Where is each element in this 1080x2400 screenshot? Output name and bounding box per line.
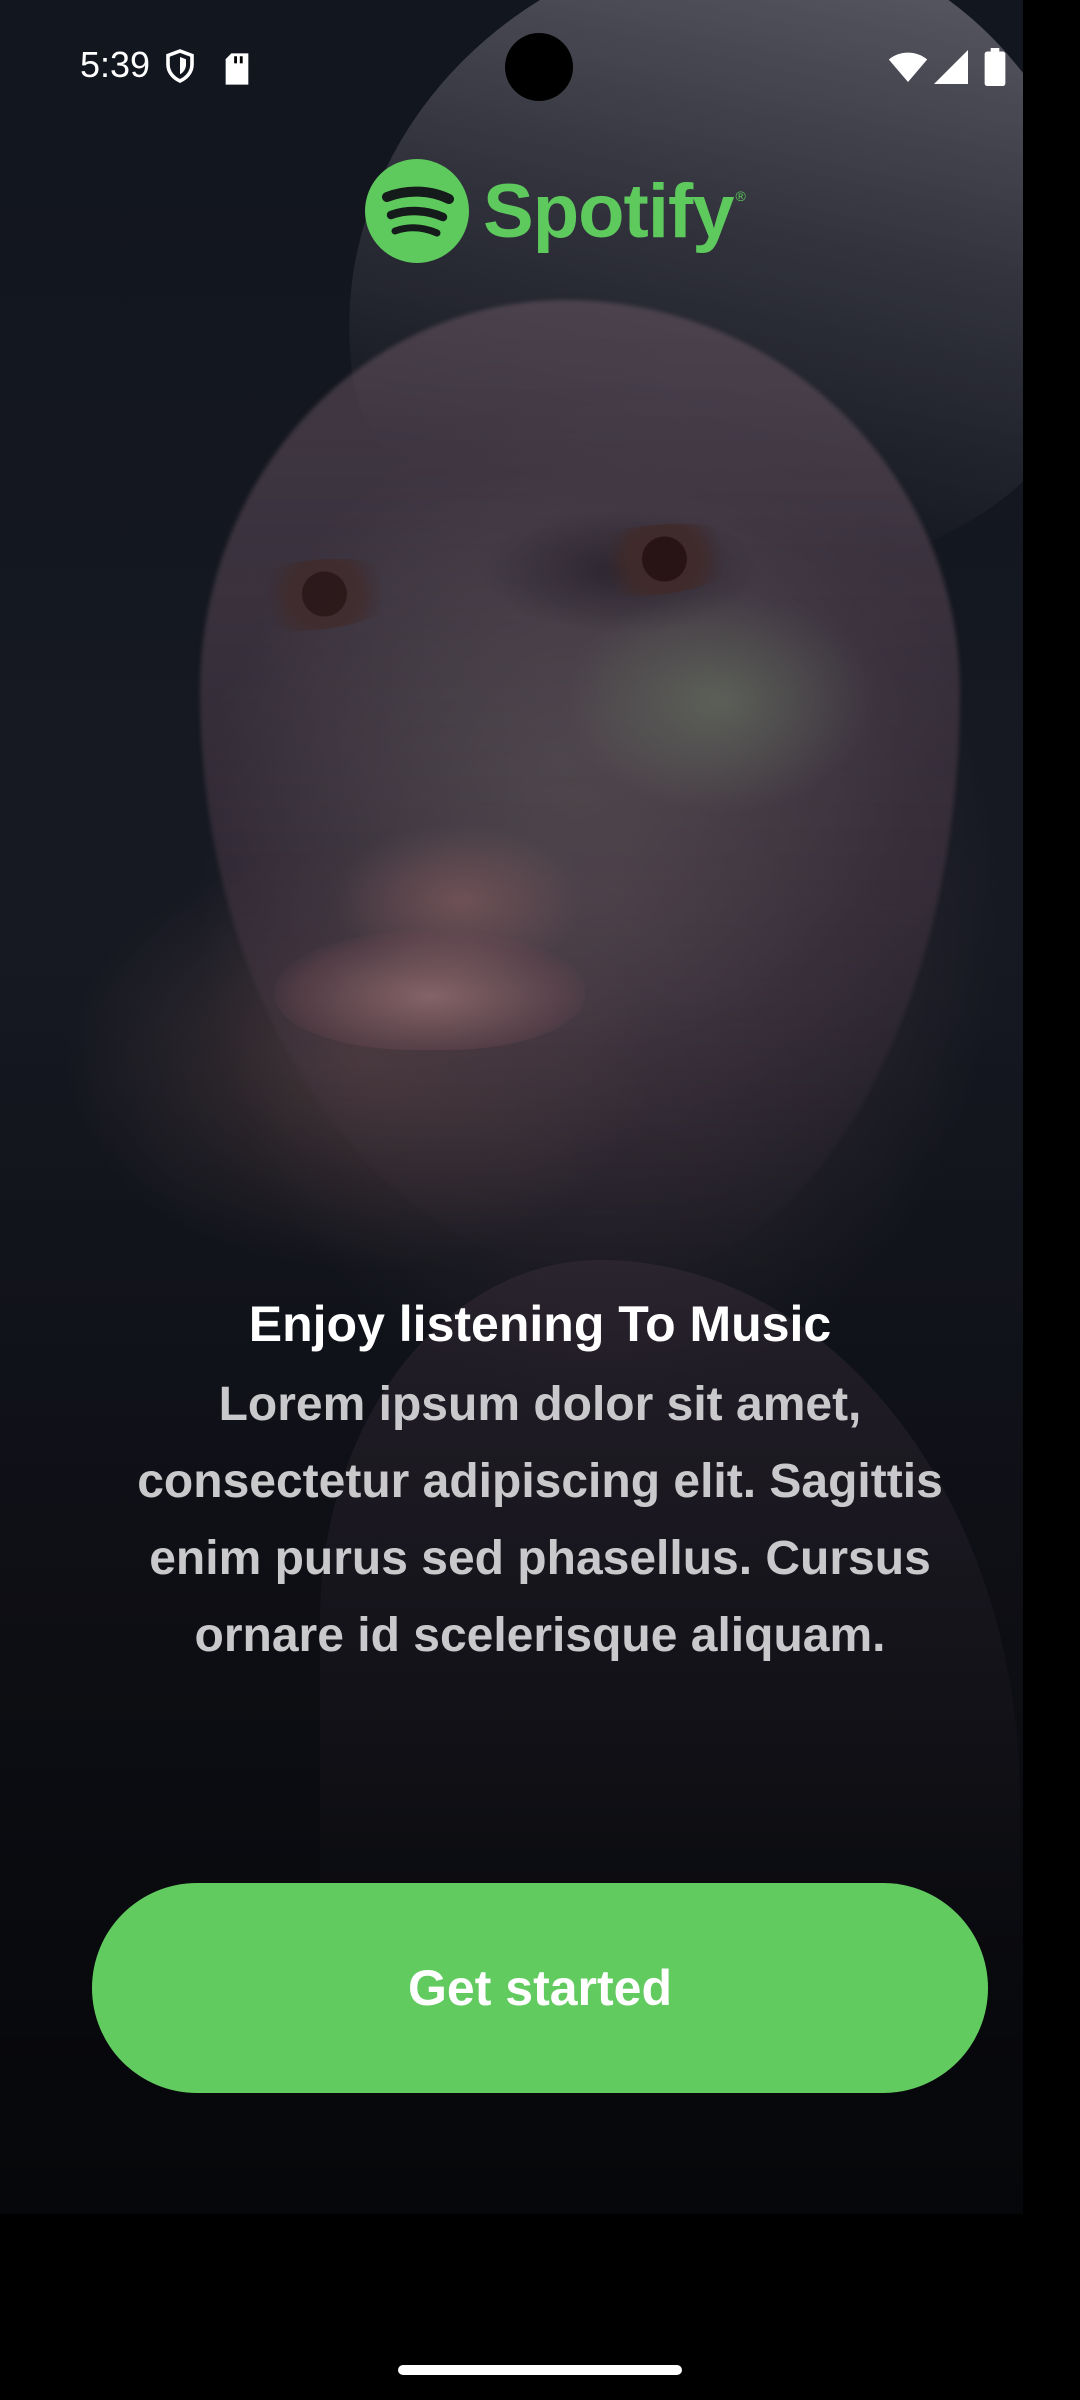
shield-icon [166,49,194,83]
spotify-logo-icon [365,159,469,263]
get-started-button[interactable]: Get started [92,1883,988,2093]
screen: 5:39 Spotify ® Enjoy listening To Music … [0,0,1080,2400]
spotify-logo: Spotify ® [365,158,746,264]
onboarding-description: Lorem ipsum dolor sit amet, consectetur … [137,1378,943,1662]
sd-card-icon [225,53,249,85]
battery-icon [984,48,1006,86]
cell-signal-icon [934,50,968,84]
spotify-wordmark: Spotify [483,168,735,254]
status-bar: 5:39 [0,0,1080,136]
status-time: 5:39 [80,44,151,85]
wifi-icon [888,52,928,82]
front-camera-cutout [505,33,573,101]
onboarding-headline: Enjoy listening To Music [248,1296,832,1352]
background-overlay [0,0,1023,2214]
onboarding-background [0,0,1023,2214]
home-gesture-bar[interactable] [398,2365,682,2375]
registered-mark: ® [735,188,746,204]
